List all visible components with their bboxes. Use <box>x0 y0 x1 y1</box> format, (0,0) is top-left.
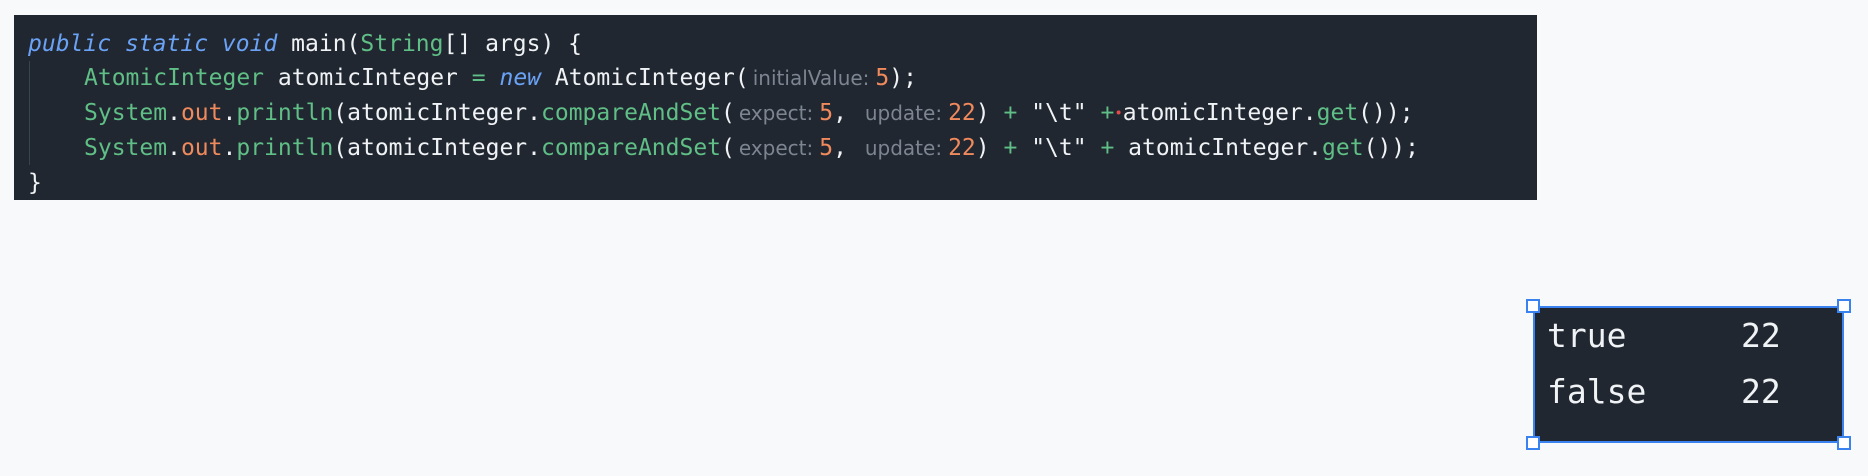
number-literal: 5 <box>875 65 890 91</box>
field-out: out <box>180 135 223 161</box>
comma: , <box>833 100 847 126</box>
statement-end: ); <box>889 65 917 91</box>
inlay-hint-update: update: <box>864 136 943 160</box>
string-literal: "\t" <box>1031 100 1087 126</box>
keyword-new: new <box>499 65 542 91</box>
method-get: get <box>1322 135 1364 161</box>
dot: . <box>222 100 237 126</box>
code-line-2: AtomicInteger atomicInteger = new Atomic… <box>84 61 917 95</box>
dot: . <box>222 135 237 161</box>
resize-handle-top-left[interactable] <box>1526 299 1540 313</box>
code-line-3: System.out.println(atomicInteger.compare… <box>84 96 1414 130</box>
whitespace-marker-icon: • <box>1114 105 1123 122</box>
inlay-hint-expect: expect: <box>738 136 814 160</box>
number-update: 22 <box>948 135 976 161</box>
inlay-hint-expect: expect: <box>738 101 814 125</box>
call-target: (atomicInteger. <box>333 135 542 161</box>
method-println: println <box>236 135 334 161</box>
class-system: System <box>84 100 168 126</box>
number-expect: 5 <box>819 135 834 161</box>
output-image[interactable]: true 22 false 22 <box>1533 306 1844 443</box>
type-atomicinteger: AtomicInteger <box>84 65 265 91</box>
paren-open: ( <box>721 100 735 126</box>
plus-operator: + <box>1100 135 1115 161</box>
paren-open: ( <box>346 31 361 57</box>
variable-name: atomicInteger <box>277 65 458 91</box>
resize-handle-bottom-left[interactable] <box>1526 436 1540 450</box>
output-row: false 22 <box>1547 372 1781 412</box>
paren-close: ) <box>975 135 990 161</box>
output-label: false <box>1547 372 1647 411</box>
inlay-hint-initialvalue: initialValue: <box>752 66 870 90</box>
class-system: System <box>84 135 168 161</box>
output-row: true 22 <box>1547 316 1781 356</box>
resize-handle-top-right[interactable] <box>1837 299 1851 313</box>
paren-open: ( <box>721 135 735 161</box>
statement-end: ()); <box>1358 100 1414 126</box>
comma: , <box>833 135 847 161</box>
code-line-4: System.out.println(atomicInteger.compare… <box>84 131 1419 165</box>
number-update: 22 <box>948 100 976 126</box>
call-target: (atomicInteger. <box>333 100 542 126</box>
closing-brace: } <box>28 170 42 196</box>
resize-handle-bottom-right[interactable] <box>1837 436 1851 450</box>
plus-operator: + <box>1003 100 1018 126</box>
array-brackets: [] <box>443 31 472 57</box>
call-target: atomicInteger. <box>1128 135 1323 161</box>
method-name: main <box>291 31 347 57</box>
inlay-hint-update: update: <box>864 101 943 125</box>
dot: . <box>167 100 181 126</box>
method-get: get <box>1316 100 1359 126</box>
signature-close: ) { <box>540 31 582 57</box>
paren-close: ) <box>975 100 990 126</box>
call-target: atomicInteger. <box>1122 100 1317 126</box>
method-compareandset: compareAndSet <box>541 135 722 161</box>
output-label: true <box>1547 316 1627 355</box>
plus-operator: + <box>1100 100 1115 126</box>
string-literal: "\t" <box>1031 135 1087 161</box>
method-println: println <box>236 100 334 126</box>
assign-operator: = <box>471 65 486 91</box>
constructor-call: AtomicInteger( <box>554 65 749 91</box>
type-string: String <box>360 31 444 57</box>
code-editor[interactable]: public static void main(String[] args) {… <box>14 15 1537 200</box>
output-value: 22 <box>1741 372 1781 411</box>
field-out: out <box>180 100 223 126</box>
dot: . <box>167 135 181 161</box>
code-line-1: public static void main(String[] args) { <box>28 27 582 61</box>
param-args: args <box>485 31 541 57</box>
indent-guide <box>29 61 30 165</box>
code-line-5: } <box>28 166 42 200</box>
keyword-public: public <box>28 31 112 57</box>
keyword-static: static <box>124 31 209 57</box>
number-expect: 5 <box>819 100 834 126</box>
plus-operator: + <box>1003 135 1018 161</box>
keyword-void: void <box>221 31 278 57</box>
output-value: 22 <box>1741 316 1781 355</box>
statement-end: ()); <box>1363 135 1419 161</box>
method-compareandset: compareAndSet <box>541 100 722 126</box>
